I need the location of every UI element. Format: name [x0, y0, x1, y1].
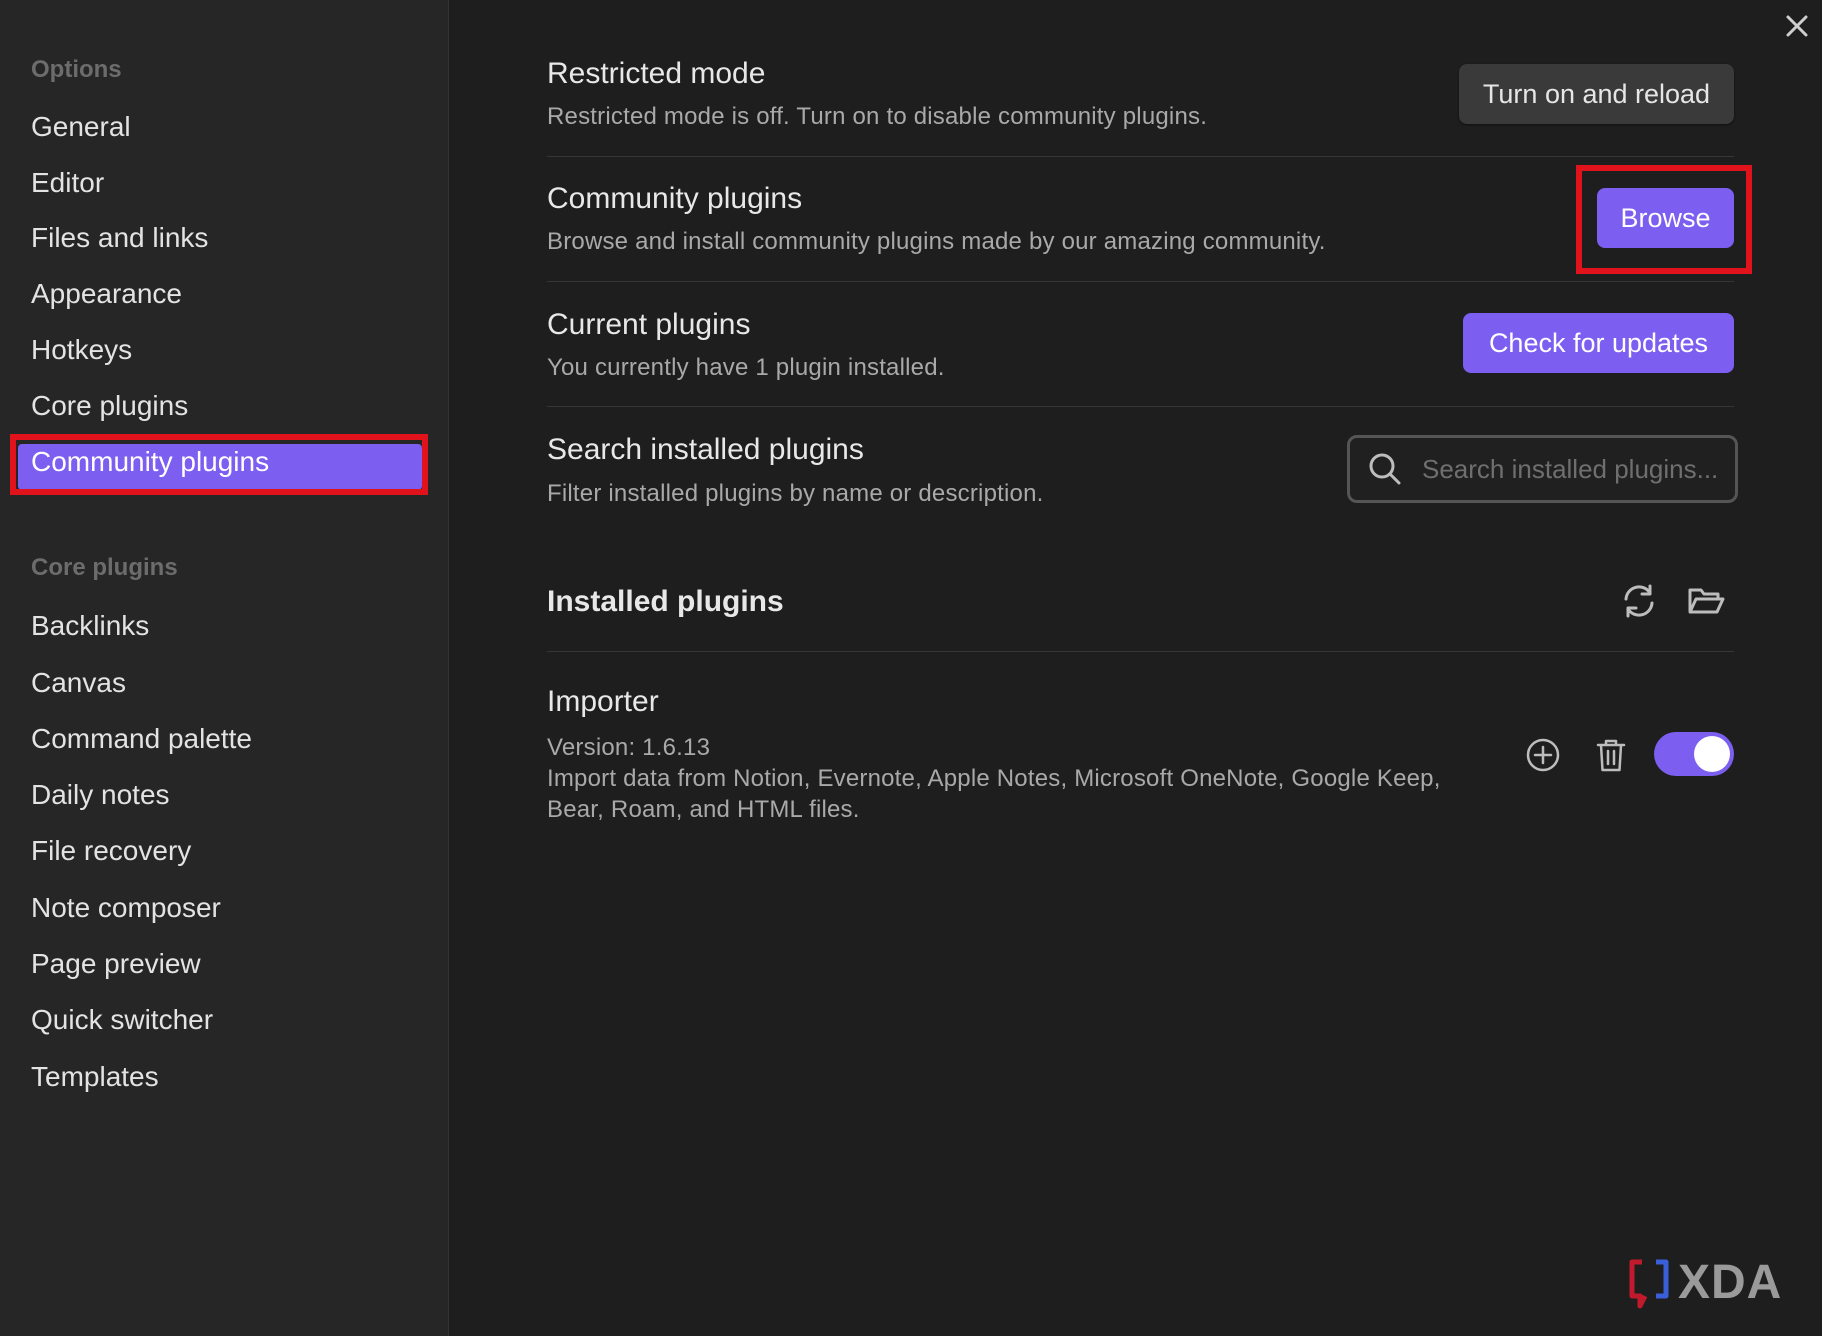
watermark-text: XDA: [1678, 1255, 1783, 1309]
settings-window: Options General Editor Files and links A…: [0, 0, 1822, 1336]
community-plugins-description: Browse and install community plugins mad…: [547, 228, 1326, 255]
close-icon: [1786, 15, 1808, 37]
current-plugins-title: Current plugins: [547, 308, 751, 341]
sidebar-item-templates[interactable]: Templates: [31, 1061, 159, 1093]
toggle-knob: [1694, 736, 1730, 772]
settings-content: Restricted mode Restricted mode is off. …: [450, 0, 1822, 1336]
search-installed-plugins-description: Filter installed plugins by name or desc…: [547, 480, 1044, 507]
open-plugins-folder-button[interactable]: [1686, 581, 1726, 621]
sidebar-item-quick-switcher[interactable]: Quick switcher: [31, 1004, 213, 1036]
sidebar-item-file-recovery[interactable]: File recovery: [31, 835, 191, 867]
sidebar-item-general[interactable]: General: [31, 111, 131, 143]
options-section-title: Options: [31, 56, 122, 83]
xda-watermark: XDA: [1628, 1254, 1782, 1310]
plugin-name: Importer: [547, 685, 659, 718]
sidebar-item-note-composer[interactable]: Note composer: [31, 892, 221, 924]
sidebar-item-editor[interactable]: Editor: [31, 167, 104, 199]
check-for-updates-button[interactable]: Check for updates: [1463, 313, 1734, 373]
turn-on-and-reload-button[interactable]: Turn on and reload: [1459, 64, 1734, 124]
refresh-icon: [1624, 584, 1654, 618]
plus-circle-icon: [1526, 738, 1560, 772]
settings-sidebar: Options General Editor Files and links A…: [0, 0, 449, 1336]
core-plugins-section-title: Core plugins: [31, 554, 178, 581]
plugin-description-line-2: Bear, Roam, and HTML files.: [547, 796, 860, 823]
restricted-mode-title: Restricted mode: [547, 57, 766, 90]
search-installed-plugins-field[interactable]: [1347, 435, 1738, 503]
sidebar-item-daily-notes[interactable]: Daily notes: [31, 779, 170, 811]
sidebar-item-core-plugins[interactable]: Core plugins: [31, 390, 188, 422]
divider: [547, 406, 1734, 407]
search-input[interactable]: [1422, 453, 1722, 485]
folder-open-icon: [1688, 588, 1725, 614]
trash-icon: [1596, 739, 1626, 772]
installed-plugins-heading: Installed plugins: [547, 585, 784, 618]
search-icon: [1369, 453, 1401, 485]
reload-plugins-button[interactable]: [1619, 581, 1659, 621]
sidebar-item-command-palette[interactable]: Command palette: [31, 723, 252, 755]
sidebar-item-files-and-links[interactable]: Files and links: [31, 222, 208, 254]
plugin-description-line-1: Import data from Notion, Evernote, Apple…: [547, 765, 1441, 792]
plugin-hotkeys-button[interactable]: [1523, 735, 1563, 775]
sidebar-item-canvas[interactable]: Canvas: [31, 667, 126, 699]
divider: [547, 651, 1734, 652]
sidebar-item-appearance[interactable]: Appearance: [31, 278, 182, 310]
community-plugins-title: Community plugins: [547, 182, 803, 215]
restricted-mode-description: Restricted mode is off. Turn on to disab…: [547, 103, 1208, 130]
plugin-uninstall-button[interactable]: [1591, 735, 1631, 775]
sidebar-item-page-preview[interactable]: Page preview: [31, 948, 201, 980]
search-installed-plugins-title: Search installed plugins: [547, 433, 864, 466]
plugin-enable-toggle[interactable]: [1654, 732, 1734, 776]
close-button[interactable]: [1781, 10, 1813, 42]
divider: [547, 281, 1734, 282]
xda-logo-icon: [1629, 1259, 1669, 1309]
sidebar-item-hotkeys[interactable]: Hotkeys: [31, 334, 132, 366]
current-plugins-description: You currently have 1 plugin installed.: [547, 354, 945, 381]
browse-button[interactable]: Browse: [1597, 188, 1734, 248]
divider: [547, 156, 1734, 157]
plugin-version: Version: 1.6.13: [547, 734, 711, 761]
sidebar-item-backlinks[interactable]: Backlinks: [31, 610, 149, 642]
sidebar-item-community-plugins[interactable]: Community plugins: [31, 446, 269, 478]
